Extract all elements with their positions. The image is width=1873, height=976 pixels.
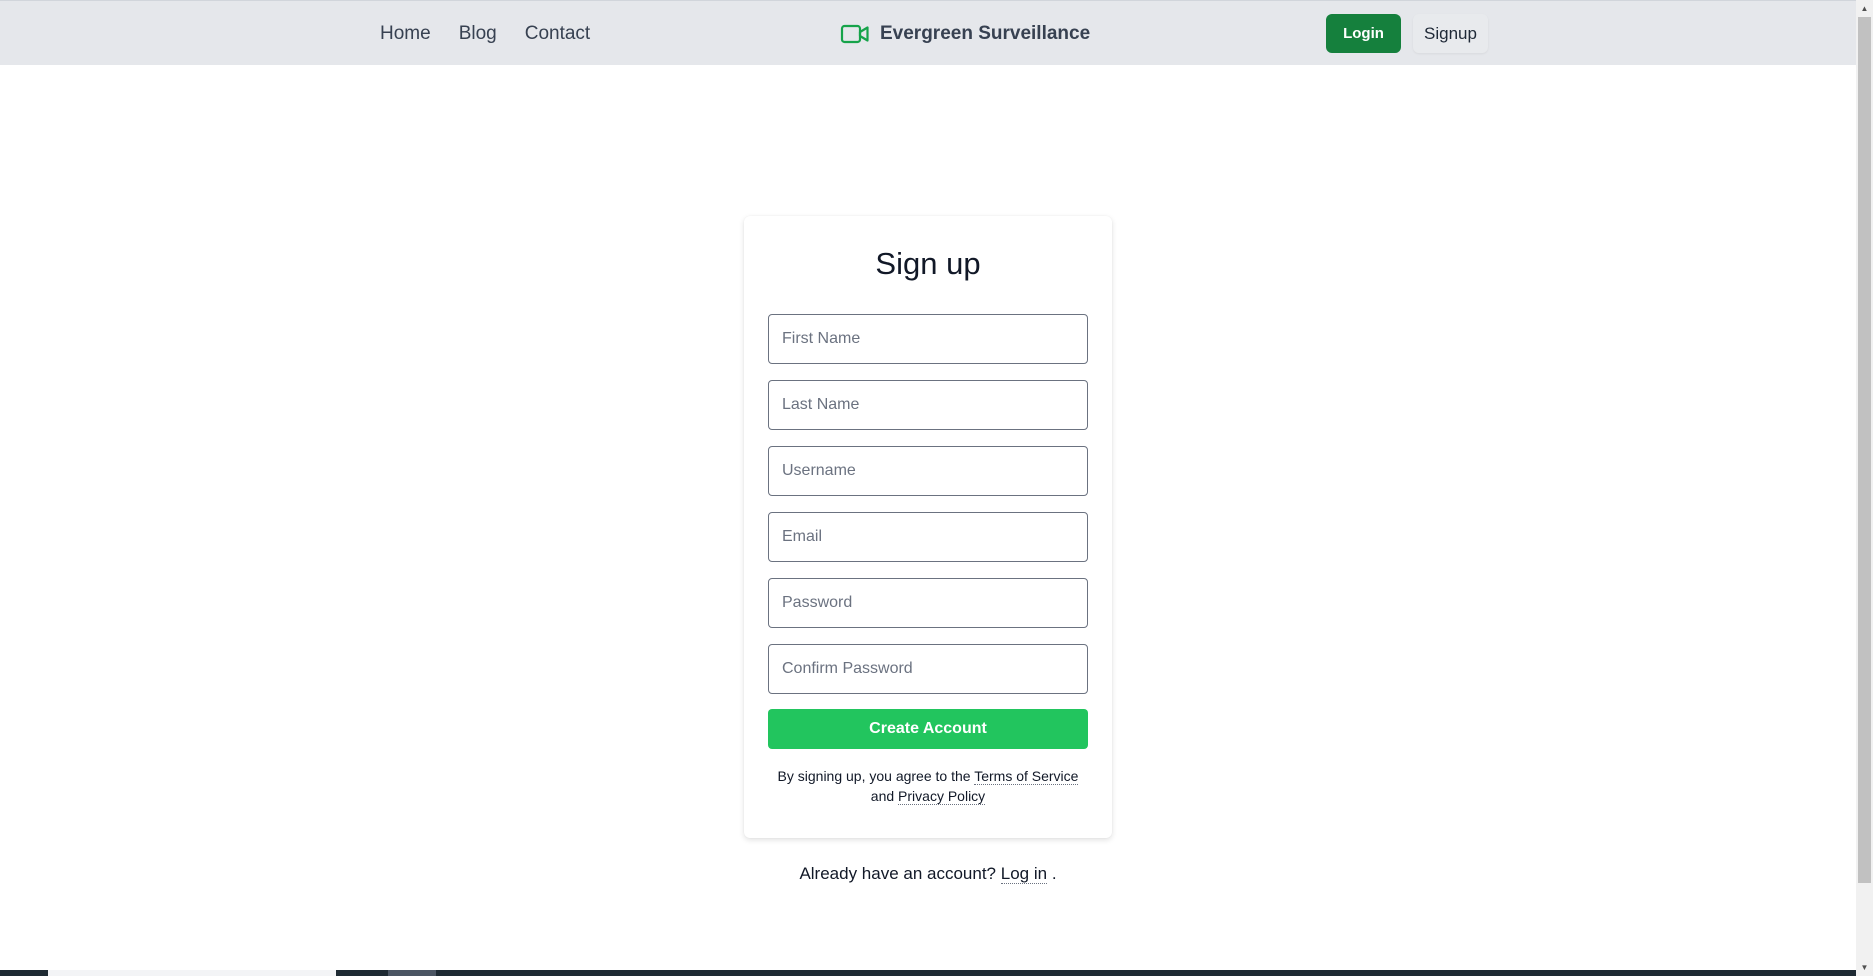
brand-logo[interactable]: Evergreen Surveillance bbox=[840, 1, 1090, 66]
terms-notice: By signing up, you agree to the Terms of… bbox=[744, 766, 1112, 806]
top-navbar: Home Blog Contact Evergreen Surveillance… bbox=[0, 0, 1856, 65]
privacy-policy-link[interactable]: Privacy Policy bbox=[898, 788, 986, 805]
brand-name: Evergreen Surveillance bbox=[880, 22, 1091, 44]
vertical-scrollbar[interactable]: ▲ ▼ bbox=[1856, 0, 1873, 976]
password-input[interactable] bbox=[768, 578, 1088, 628]
page-title: Sign up bbox=[875, 246, 981, 281]
email-input[interactable] bbox=[768, 512, 1088, 562]
terms-of-service-link[interactable]: Terms of Service bbox=[974, 768, 1079, 785]
bottom-strip-segment bbox=[48, 970, 336, 976]
already-suffix: . bbox=[1051, 864, 1057, 883]
scroll-up-icon[interactable]: ▲ bbox=[1856, 0, 1873, 17]
video-camera-icon bbox=[840, 24, 869, 43]
nav-link-blog[interactable]: Blog bbox=[459, 23, 497, 45]
page: Home Blog Contact Evergreen Surveillance… bbox=[0, 0, 1873, 976]
signup-card: Sign up Create Account By signing up, yo… bbox=[744, 216, 1112, 838]
first-name-input[interactable] bbox=[768, 314, 1088, 364]
login-button[interactable]: Login bbox=[1326, 14, 1401, 53]
scroll-down-icon[interactable]: ▼ bbox=[1856, 959, 1873, 976]
create-account-button[interactable]: Create Account bbox=[768, 709, 1088, 749]
nav-link-contact[interactable]: Contact bbox=[525, 23, 590, 45]
already-text: Already have an account? bbox=[799, 864, 997, 883]
bottom-strip-segment bbox=[388, 970, 436, 976]
already-have-account: Already have an account? Log in . bbox=[0, 864, 1856, 884]
nav-link-home[interactable]: Home bbox=[380, 23, 431, 45]
login-link[interactable]: Log in bbox=[1000, 864, 1048, 884]
confirm-password-input[interactable] bbox=[768, 644, 1088, 694]
auth-buttons: Login Signup bbox=[1326, 1, 1488, 66]
terms-joiner: and bbox=[870, 788, 895, 804]
signup-button[interactable]: Signup bbox=[1413, 14, 1488, 53]
username-input[interactable] bbox=[768, 446, 1088, 496]
terms-prefix: By signing up, you agree to the bbox=[777, 768, 971, 784]
last-name-input[interactable] bbox=[768, 380, 1088, 430]
scroll-thumb[interactable] bbox=[1858, 17, 1871, 883]
nav-links: Home Blog Contact bbox=[380, 1, 590, 66]
bottom-strip bbox=[0, 970, 1856, 976]
